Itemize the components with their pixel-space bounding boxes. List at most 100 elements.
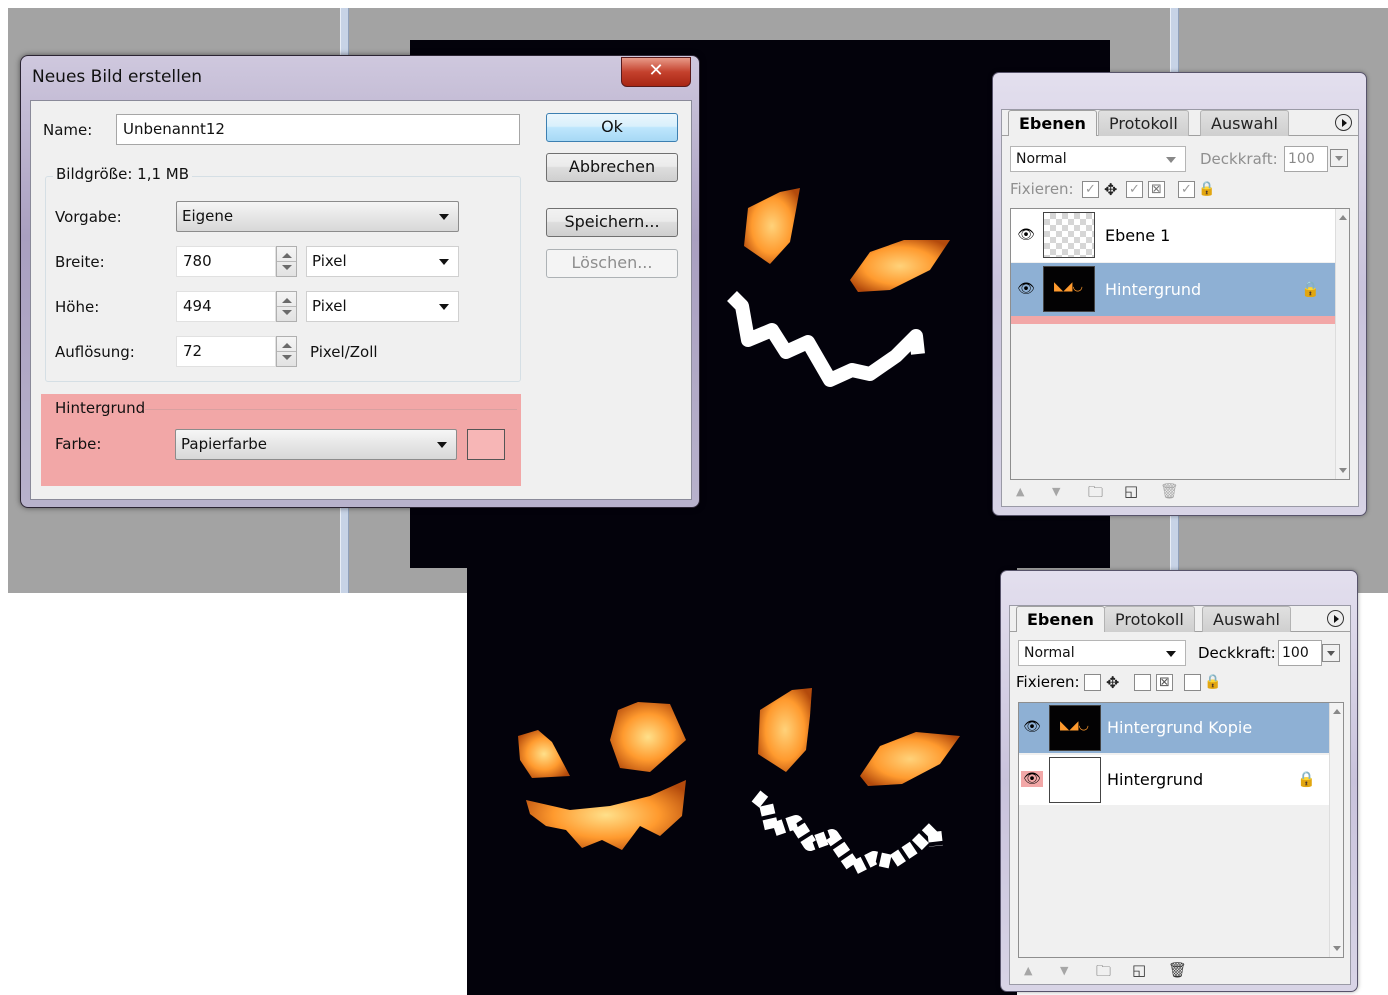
layers-panel-top-inner: Ebenen Protokoll Auswahl Normal Deckkraf… xyxy=(1001,109,1359,507)
opacity-dropdown[interactable] xyxy=(1330,149,1348,167)
lock-label: Fixieren: xyxy=(1010,180,1074,198)
folder-icon[interactable]: 🗀 xyxy=(1096,961,1111,986)
folder-icon[interactable]: 🗀 xyxy=(1088,482,1103,507)
layers-panel-bottom: Ebenen Protokoll Auswahl Normal Deckkraf… xyxy=(1000,570,1358,992)
scroll-up-icon xyxy=(1339,215,1347,220)
trash-icon[interactable]: 🗑 xyxy=(1168,961,1187,979)
lock-position-checkbox[interactable]: ⊠ xyxy=(1148,181,1165,198)
width-label: Breite: xyxy=(55,253,105,271)
name-label: Name: xyxy=(43,121,93,139)
pumpkin-right-bottom xyxy=(740,680,980,880)
layers-list: 👁 Ebene 1 👁 ◣◢◡ Hintergrund 🔒 xyxy=(1010,208,1350,480)
move-up-icon[interactable]: ▲ xyxy=(1016,485,1024,498)
resolution-spinner[interactable] xyxy=(276,336,297,367)
new-layer-icon[interactable]: ◱ xyxy=(1132,961,1146,979)
tab-ebenen[interactable]: Ebenen xyxy=(1008,110,1097,136)
new-layer-icon[interactable]: ◱ xyxy=(1124,482,1138,500)
chevron-down-icon xyxy=(439,304,449,310)
opacity-dropdown[interactable] xyxy=(1322,644,1340,662)
layer-row-hintergrund[interactable]: 👁 Hintergrund 🔒 xyxy=(1019,755,1329,805)
move-down-icon[interactable]: ▼ xyxy=(1052,485,1060,498)
pumpkin-mini-icon: ◣◢◡ xyxy=(1060,718,1089,732)
pumpkin-mouth xyxy=(727,291,925,387)
chevron-down-icon xyxy=(437,442,447,448)
height-input[interactable]: 494 xyxy=(176,291,276,322)
height-label: Höhe: xyxy=(55,298,100,316)
spin-down-icon xyxy=(282,355,292,360)
chevron-down-icon xyxy=(439,259,449,265)
lock-transparency-checkbox[interactable]: ✓ xyxy=(1082,181,1099,198)
spin-up-icon xyxy=(282,343,292,348)
pumpkin-eye-left xyxy=(758,688,812,772)
dialog-body: Name: Unbenannt12 Bildgröße: 1,1 MB Vorg… xyxy=(30,100,692,500)
height-spinner[interactable] xyxy=(276,291,297,322)
opacity-input[interactable]: 100 xyxy=(1278,640,1322,666)
eye-icon[interactable]: 👁 xyxy=(1021,719,1043,735)
trash-icon[interactable]: 🗑 xyxy=(1160,482,1179,500)
eye-icon[interactable]: 👁 xyxy=(1021,771,1043,787)
preset-select[interactable]: Eigene xyxy=(176,201,459,232)
spin-up-icon xyxy=(282,253,292,258)
lock-all-checkbox[interactable]: ✓ xyxy=(1178,181,1195,198)
resolution-unit: Pixel/Zoll xyxy=(310,343,378,361)
background-color-select[interactable]: Papierfarbe xyxy=(175,429,457,460)
tab-ebenen[interactable]: Ebenen xyxy=(1016,606,1105,632)
lock-icon: 🔒 xyxy=(1204,674,1222,690)
lock-icon: 🔒 xyxy=(1198,181,1216,197)
layer-lock-icon: 🔒 xyxy=(1297,770,1316,788)
scroll-down-icon xyxy=(1333,946,1341,951)
layer-row-ebene-1[interactable]: 👁 Ebene 1 xyxy=(1011,209,1335,262)
save-preset-button[interactable]: Speichern... xyxy=(546,208,678,237)
eye-icon[interactable]: 👁 xyxy=(1015,281,1037,297)
pumpkin-eye-left xyxy=(744,188,800,264)
layers-scrollbar[interactable] xyxy=(1329,703,1343,957)
blend-mode-value: Normal xyxy=(1024,645,1075,661)
move-down-icon[interactable]: ▼ xyxy=(1060,964,1068,977)
layer-row-hintergrund-kopie[interactable]: 👁 ◣◢◡ Hintergrund Kopie xyxy=(1019,703,1329,753)
lock-transparency-checkbox[interactable] xyxy=(1084,674,1101,691)
blend-mode-select[interactable]: Normal xyxy=(1010,146,1186,172)
cancel-button[interactable]: Abbrechen xyxy=(546,153,678,182)
lock-image-checkbox[interactable] xyxy=(1134,674,1151,691)
image-size-label: Bildgröße: 1,1 MB xyxy=(53,165,193,183)
pumpkin-left-bottom-drawing xyxy=(518,702,686,850)
resolution-input[interactable]: 72 xyxy=(176,336,276,367)
panel-menu-icon[interactable] xyxy=(1327,610,1344,627)
layer-thumbnail xyxy=(1049,757,1101,803)
tab-protokoll[interactable]: Protokoll xyxy=(1098,110,1189,136)
background-color-value: Papierfarbe xyxy=(181,435,268,453)
width-unit-select[interactable]: Pixel xyxy=(306,246,459,277)
name-input[interactable]: Unbenannt12 xyxy=(116,114,520,145)
dialog-close-button[interactable]: ✕ xyxy=(621,57,691,87)
layers-scrollbar[interactable] xyxy=(1335,209,1349,479)
ok-button[interactable]: Ok xyxy=(546,113,678,142)
eye-icon[interactable]: 👁 xyxy=(1015,227,1037,243)
panel-menu-icon[interactable] xyxy=(1335,114,1352,131)
tab-auswahl[interactable]: Auswahl xyxy=(1202,606,1291,632)
layers-panel-top: Ebenen Protokoll Auswahl Normal Deckkraf… xyxy=(992,72,1367,516)
preset-label: Vorgabe: xyxy=(55,208,122,226)
width-input[interactable]: 780 xyxy=(176,246,276,277)
tab-auswahl[interactable]: Auswahl xyxy=(1200,110,1289,136)
lock-position-checkbox[interactable]: ⊠ xyxy=(1156,674,1173,691)
width-spinner[interactable] xyxy=(276,246,297,277)
layer-name: Hintergrund xyxy=(1107,770,1204,789)
scroll-up-icon xyxy=(1333,709,1341,714)
opacity-input[interactable]: 100 xyxy=(1284,146,1328,172)
pumpkin-mouth xyxy=(526,780,686,850)
pumpkin-mini-icon: ◣◢◡ xyxy=(1054,279,1083,293)
blend-mode-value: Normal xyxy=(1016,151,1067,167)
dialog-title: Neues Bild erstellen xyxy=(32,67,203,87)
height-unit-select[interactable]: Pixel xyxy=(306,291,459,322)
lock-image-checkbox[interactable]: ✓ xyxy=(1126,181,1143,198)
background-group-divider xyxy=(145,409,517,410)
pumpkin-face-top-drawing xyxy=(727,188,950,387)
layer-row-hintergrund[interactable]: 👁 ◣◢◡ Hintergrund 🔒 xyxy=(1011,263,1335,316)
layers-list: 👁 ◣◢◡ Hintergrund Kopie 👁 Hintergrund 🔒 xyxy=(1018,702,1344,958)
tab-protokoll[interactable]: Protokoll xyxy=(1104,606,1195,632)
layers-panel-bottom-inner: Ebenen Protokoll Auswahl Normal Deckkraf… xyxy=(1009,605,1351,985)
lock-all-checkbox[interactable] xyxy=(1184,674,1201,691)
move-up-icon[interactable]: ▲ xyxy=(1024,964,1032,977)
blend-mode-select[interactable]: Normal xyxy=(1018,640,1186,666)
color-swatch[interactable] xyxy=(467,429,505,460)
